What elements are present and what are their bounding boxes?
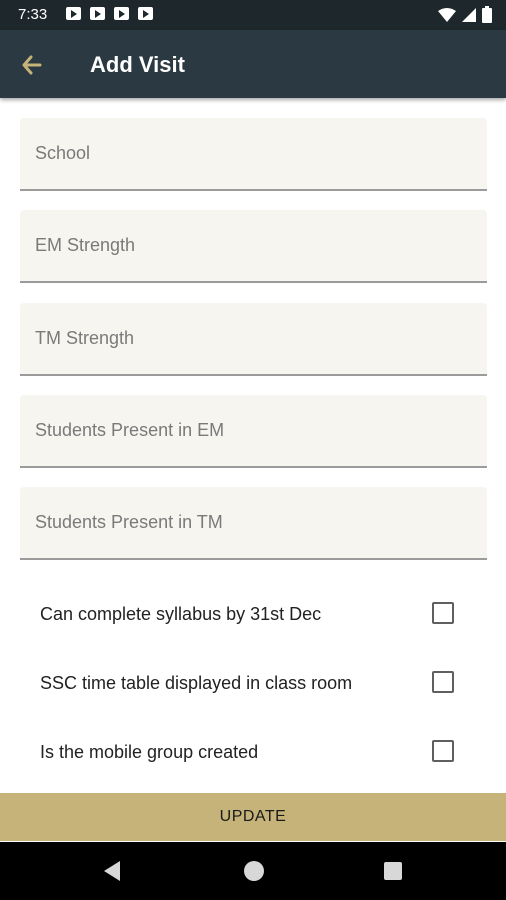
arrow-left-icon — [22, 55, 42, 75]
page-title: Add Visit — [90, 52, 185, 77]
students-present-tm-input[interactable] — [20, 487, 487, 558]
status-bar: 7:33 — [0, 0, 506, 30]
status-time: 7:33 — [18, 6, 48, 23]
update-button[interactable]: UPDATE — [0, 793, 506, 841]
signal-icon — [462, 7, 476, 22]
timetable-checkbox[interactable] — [432, 671, 454, 693]
back-button[interactable] — [18, 50, 50, 80]
em-strength-field-container — [20, 210, 487, 283]
timetable-checkbox-row[interactable]: SSC time table displayed in class room — [40, 663, 460, 703]
tm-strength-input[interactable] — [20, 303, 487, 374]
timetable-checkbox-label: SSC time table displayed in class room — [40, 673, 353, 693]
clapperboard-icon — [90, 7, 105, 20]
notification-icons — [66, 7, 153, 20]
mobile-group-checkbox[interactable] — [432, 740, 454, 762]
youtube-icon — [114, 7, 129, 20]
battery-icon — [482, 6, 492, 23]
syllabus-checkbox-row[interactable]: Can complete syllabus by 31st Dec — [40, 594, 460, 634]
a-icon — [66, 7, 81, 20]
home-circle-icon[interactable] — [244, 861, 264, 881]
youtube-icon — [138, 7, 153, 20]
mobile-group-checkbox-row[interactable]: Is the mobile group created — [40, 732, 460, 772]
tm-strength-field-container — [20, 303, 487, 376]
wifi-icon — [438, 7, 456, 22]
em-strength-input[interactable] — [20, 210, 487, 281]
recents-square-icon[interactable] — [384, 862, 402, 880]
school-input[interactable] — [20, 118, 487, 189]
syllabus-checkbox-label: Can complete syllabus by 31st Dec — [40, 604, 322, 624]
system-icons — [438, 6, 492, 23]
app-bar: Add Visit — [0, 30, 506, 98]
school-field-container — [20, 118, 487, 191]
syllabus-checkbox[interactable] — [432, 602, 454, 624]
students-present-em-field-container — [20, 395, 487, 468]
mobile-group-checkbox-label: Is the mobile group created — [40, 742, 259, 762]
students-present-em-input[interactable] — [20, 395, 487, 466]
back-triangle-icon[interactable] — [104, 861, 120, 881]
system-nav-bar — [0, 842, 506, 900]
students-present-tm-field-container — [20, 487, 487, 560]
